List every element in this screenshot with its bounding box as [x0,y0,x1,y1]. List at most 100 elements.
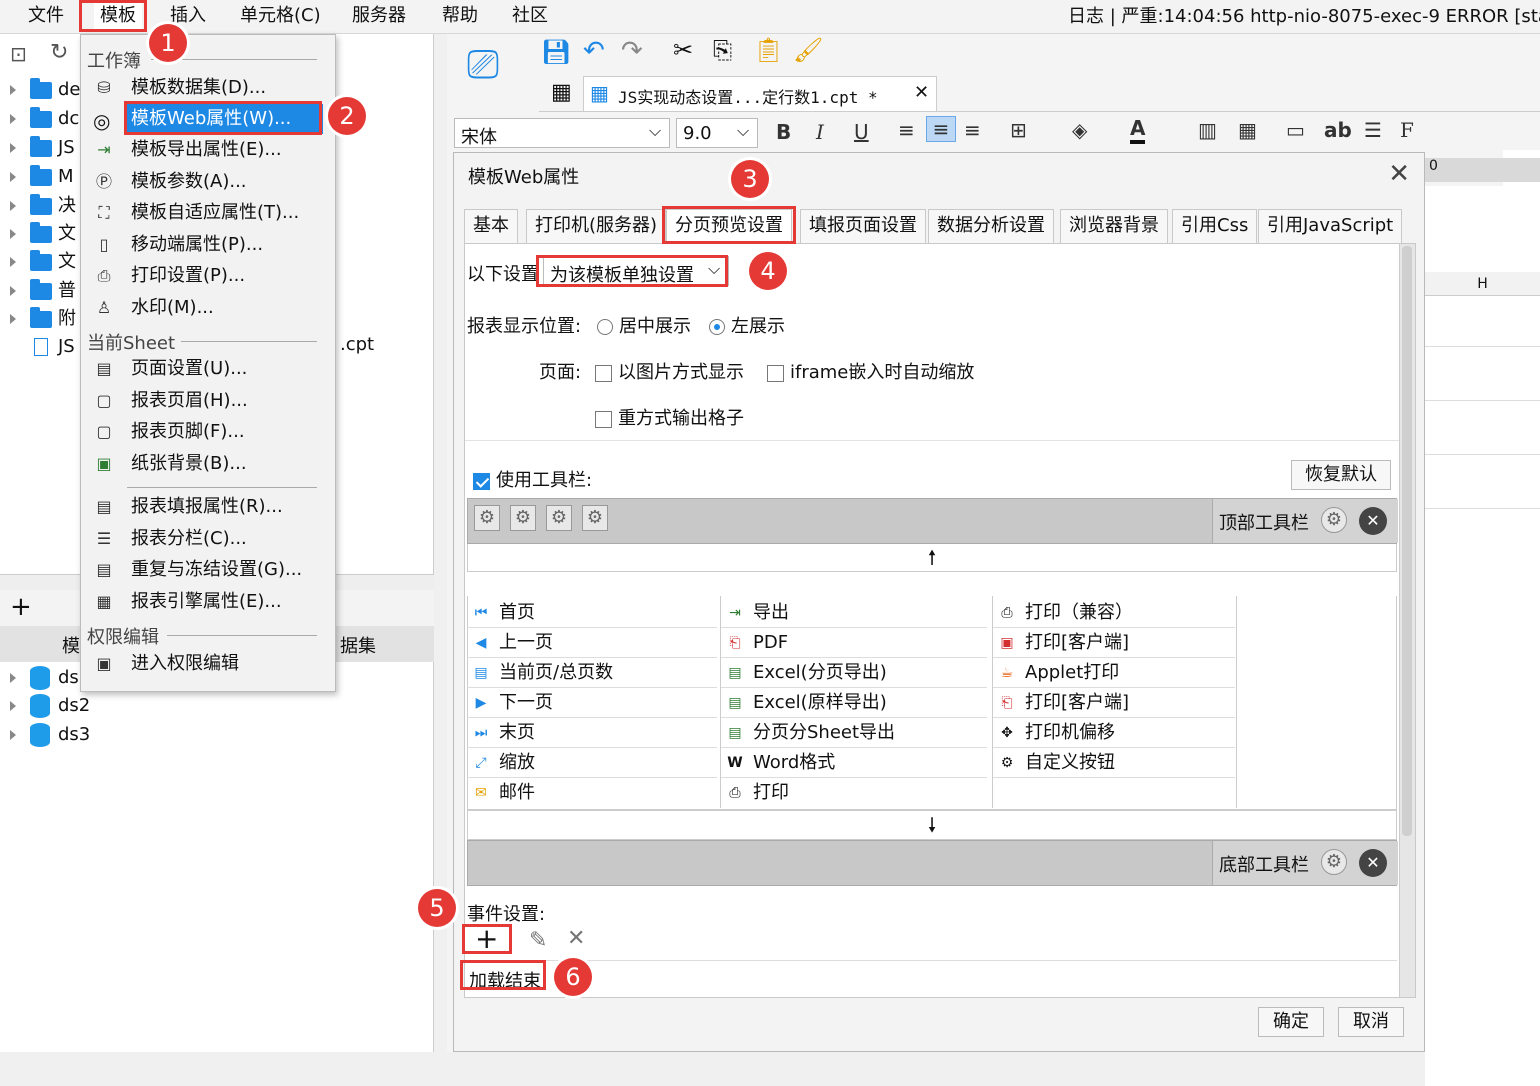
checkbox-iframe-scale[interactable]: iframe嵌入时自动缩放 [767,358,974,384]
wrap-icon[interactable]: ▭ [1286,118,1305,142]
undo-icon[interactable]: ↶ [583,36,605,66]
btn-first-page[interactable]: ⏮ 首页 [467,598,717,628]
font-color-icon[interactable]: A [1130,116,1146,144]
tree-item[interactable]: M [0,163,74,191]
tab-template[interactable]: 模 [62,632,80,658]
menu-item-page-setup[interactable]: ▤ 页面设置(U)... [91,354,325,384]
align-center-icon[interactable]: ≡ [926,116,956,142]
restore-default-button[interactable]: 恢复默认 [1291,460,1391,490]
btn-print-compat[interactable]: ⎙ 打印（兼容） [993,598,1235,628]
menu-item-mobile[interactable]: ▯ 移动端属性(P)... [91,230,325,260]
split-icon[interactable]: ▦ [1238,118,1257,142]
menu-item-footer[interactable]: ▢ 报表页脚(F)... [91,417,325,447]
text-icon[interactable]: ab [1324,118,1352,142]
menu-item-fill-attr[interactable]: ▤ 报表填报属性(R)... [91,492,325,522]
menu-community[interactable]: 社区 [506,0,554,32]
tree-item[interactable]: JS [0,134,75,162]
btn-zoom[interactable]: ⤢ 缩放 [467,748,717,778]
toolbar-gear-icon[interactable]: ⚙ [510,505,536,531]
btn-prev-page[interactable]: ◀ 上一页 [467,628,717,658]
tab-javascript[interactable]: 引用JavaScript [1258,209,1403,243]
ok-button[interactable]: 确定 [1258,1007,1324,1037]
log-status[interactable]: 日志 | 严重:14:04:56 http-nio-8075-exec-9 ER… [1068,0,1540,34]
btn-custom[interactable]: ⚙ 自定义按钮 [993,748,1235,778]
align-right-icon[interactable]: ≡ [964,118,981,142]
paste-icon[interactable]: 📋︎ [753,36,783,64]
tree-item[interactable]: dc [0,105,79,133]
tab-dataset[interactable]: 据集 [340,632,376,658]
menu-item-export-attr[interactable]: ⇥ 模板导出属性(E)... [91,135,325,165]
btn-pdf[interactable]: ⎗ PDF [721,628,987,658]
btn-word[interactable]: W Word格式 [721,748,987,778]
checkbox-use-toolbar[interactable]: 使用工具栏: [473,466,592,492]
underline-icon[interactable]: U [854,120,869,144]
menu-help[interactable]: 帮助 [436,0,484,32]
tree-item[interactable]: 文 [0,220,76,248]
bold-icon[interactable]: B [776,120,791,144]
close-tab-icon[interactable]: ✕ [914,82,929,103]
btn-print-client-2[interactable]: ⎗ 打印[客户端] [993,688,1235,718]
add-dataset-icon[interactable]: + [10,592,32,622]
top-toolbar-area[interactable]: ⚙ ⚙ ⚙ ⚙ 顶部工具栏 ⚙ ✕ [467,498,1398,544]
menu-cell[interactable]: 单元格(C) [234,0,327,32]
tab-css[interactable]: 引用Css [1172,209,1258,243]
menu-item-engine[interactable]: ▦ 报表引擎属性(E)... [91,587,325,617]
btn-last-page[interactable]: ⏭ 末页 [467,718,717,748]
checkbox-image-display[interactable]: 以图片方式显示 [595,358,744,384]
tree-item[interactable]: 附 [0,305,76,333]
toolbar-gear-icon[interactable]: ⚙ [582,505,608,531]
btn-next-page[interactable]: ▶ 下一页 [467,688,717,718]
tree-item[interactable]: 普 [0,277,76,305]
tree-item[interactable]: de [0,76,81,104]
cut-icon[interactable]: ✂ [673,36,693,64]
btn-email[interactable]: ✉ 邮件 [467,778,717,808]
delete-icon[interactable]: ✕ [567,926,585,951]
menu-item-adaptive[interactable]: ⛶ 模板自适应属性(T)... [91,198,325,228]
btn-excel-page[interactable]: ▤ Excel(分页导出) [721,658,987,688]
btn-export[interactable]: ⇥ 导出 [721,598,987,628]
tab-data-analysis[interactable]: 数据分析设置 [928,209,1054,243]
copy-icon[interactable]: ⎘ [713,36,732,64]
grid-icon[interactable]: ▦ [551,80,572,105]
close-icon[interactable]: ✕ [1388,159,1410,189]
menu-item-permission-edit[interactable]: ▣ 进入权限编辑 [91,649,325,679]
toolbar-gear-icon[interactable]: ⚙ [546,505,572,531]
tab-basic[interactable]: 基本 [464,209,518,243]
scrollbar[interactable] [1399,244,1415,997]
merge-icon[interactable]: ▥ [1198,118,1217,142]
new-folder-icon[interactable]: ⊡ [10,42,27,66]
refresh-icon[interactable]: ↻ [50,40,68,65]
redo-icon[interactable]: ↷ [621,36,643,66]
btn-excel-sheet[interactable]: ▤ 分页分Sheet导出 [721,718,987,748]
move-down-icon[interactable]: 🠗 [467,810,1397,840]
format-painter-icon[interactable]: 🖌︎ [793,36,823,64]
font-name-select[interactable]: 宋体 ⌵ [454,118,670,148]
menu-item-header[interactable]: ▢ 报表页眉(H)... [91,386,325,416]
menu-file[interactable]: 文件 [22,0,70,32]
menu-item-background[interactable]: ▣ 纸张背景(B)... [91,449,325,479]
formula-icon[interactable]: F [1400,118,1414,142]
ds-item[interactable]: ds [0,664,79,692]
menu-item-dataset[interactable]: ⛁ 模板数据集(D)... [91,73,325,103]
remove-icon[interactable]: ✕ [1359,507,1387,535]
preview-icon[interactable]: ⎚ [467,42,499,88]
font-size-select[interactable]: 9.0 ⌵ [676,118,758,148]
tab-fill-page[interactable]: 填报页面设置 [800,209,926,243]
btn-applet-print[interactable]: ☕ Applet打印 [993,658,1235,688]
settings-icon[interactable]: ⚙ [1321,507,1347,533]
italic-icon[interactable]: I [816,120,824,144]
tree-item-file[interactable]: JS [34,333,75,361]
align-left-icon[interactable]: ≡ [898,118,915,142]
settings-icon[interactable]: ⚙ [1321,849,1347,875]
toolbar-gear-icon[interactable]: ⚙ [474,505,500,531]
paragraph-icon[interactable]: ☰ [1364,118,1382,142]
move-up-icon[interactable]: 🠕 [467,544,1397,572]
cancel-button[interactable]: 取消 [1338,1007,1404,1037]
menu-item-columns[interactable]: ☰ 报表分栏(C)... [91,524,325,554]
edit-icon[interactable]: ✎ [529,928,547,953]
tab-printer[interactable]: 打印机(服务器) [526,209,667,243]
column-header-h[interactable]: H [1425,272,1540,296]
fill-color-icon[interactable]: ◈ [1072,118,1087,142]
sheet-grid[interactable]: H [1425,186,1540,1086]
doc-tab[interactable]: ▦ JS实现动态设置...定行数1.cpt * ✕ [583,76,937,112]
